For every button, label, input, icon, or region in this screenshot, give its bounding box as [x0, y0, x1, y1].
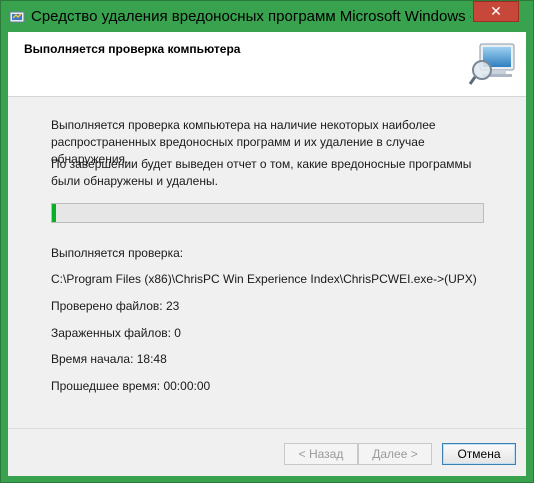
back-button[interactable]: < Назад: [284, 443, 358, 465]
page-title: Выполняется проверка компьютера: [24, 42, 241, 56]
scanning-label: Выполняется проверка:: [51, 246, 184, 260]
infected-files: Зараженных файлов: 0: [51, 326, 181, 340]
app-shield-icon: [9, 11, 25, 23]
close-button[interactable]: ✕: [473, 1, 519, 22]
app-window: Средство удаления вредоносных программ M…: [0, 0, 534, 483]
window-title: Средство удаления вредоносных программ M…: [31, 8, 471, 25]
scanner-computer-icon: [468, 43, 515, 85]
description-text-2: По завершении будет выведен отчет о том,…: [51, 157, 472, 188]
start-time: Время начала: 18:48: [51, 352, 167, 366]
cancel-button[interactable]: Отмена: [442, 443, 516, 465]
close-icon: ✕: [490, 3, 502, 19]
title-bar[interactable]: Средство удаления вредоносных программ M…: [1, 1, 533, 33]
elapsed-time: Прошедшее время: 00:00:00: [51, 379, 211, 393]
wizard-client-area: Выполняется проверка компьютера Выполняе…: [8, 32, 526, 476]
scanning-path: C:\Program Files (x86)\ChrisPC Win Exper…: [51, 272, 477, 286]
wizard-header: Выполняется проверка компьютера: [8, 32, 526, 97]
wizard-footer: < Назад Далее > Отмена: [8, 428, 526, 477]
next-button[interactable]: Далее >: [358, 443, 432, 465]
files-checked: Проверено файлов: 23: [51, 299, 180, 313]
scan-progress-bar: [51, 203, 484, 223]
progress-fill: [52, 204, 57, 222]
